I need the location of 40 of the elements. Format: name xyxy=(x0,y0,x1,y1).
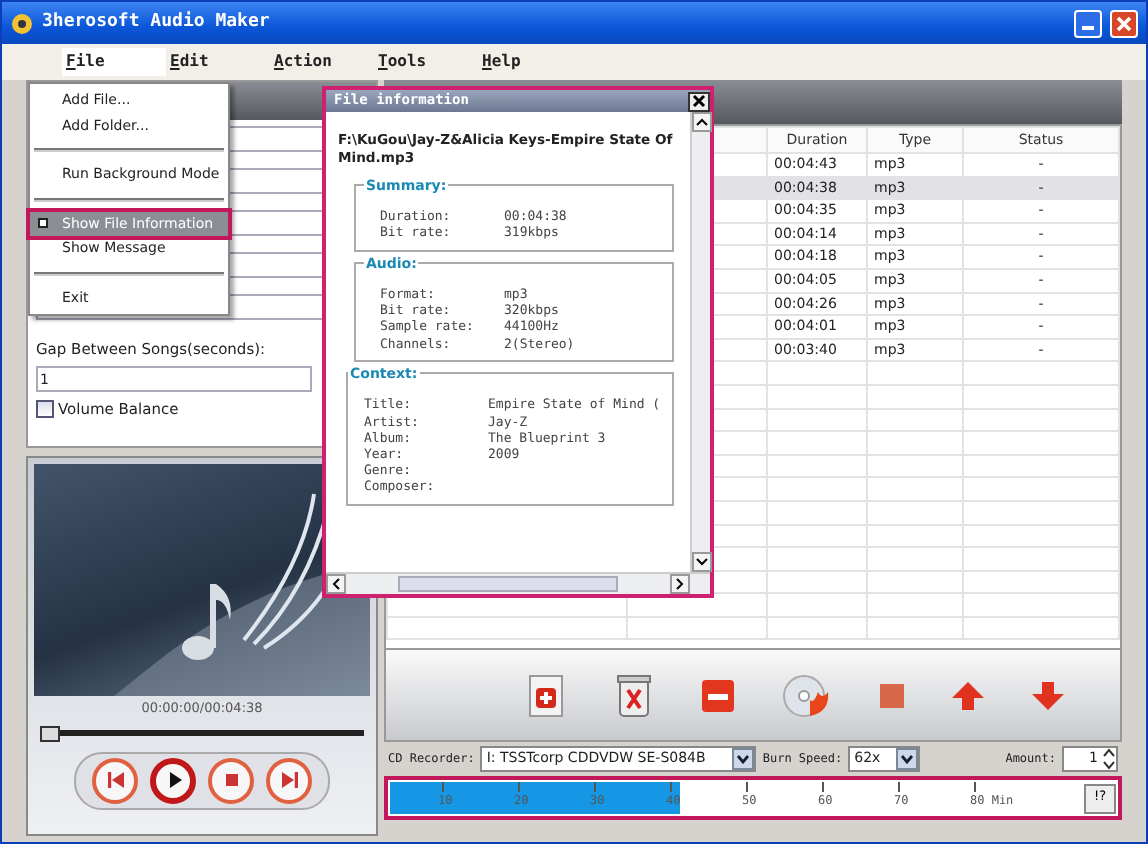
menu-item[interactable]: Action xyxy=(270,48,374,76)
close-icon xyxy=(692,94,706,108)
app-logo-icon xyxy=(10,11,34,35)
remove-button[interactable] xyxy=(697,675,737,715)
scroll-right-icon xyxy=(676,578,684,590)
spinner-arrows-icon xyxy=(1102,748,1116,770)
scroll-up-icon xyxy=(696,118,708,126)
arrow-down-icon xyxy=(1029,677,1065,713)
seek-track[interactable] xyxy=(60,730,364,737)
close-button[interactable] xyxy=(688,91,710,111)
menu-item[interactable]: Edit xyxy=(166,48,270,76)
move-up-button[interactable] xyxy=(949,677,985,713)
menu-item[interactable]: Help xyxy=(478,48,582,76)
vertical-scrollbar[interactable] xyxy=(690,112,710,572)
previous-icon xyxy=(103,768,127,793)
disc-flame-icon xyxy=(781,671,833,719)
burn-button[interactable] xyxy=(781,671,833,719)
scroll-left-icon xyxy=(332,578,340,590)
next-button[interactable] xyxy=(266,757,312,804)
arrow-up-icon xyxy=(949,677,985,713)
seek-thumb[interactable] xyxy=(40,725,60,742)
square-icon xyxy=(877,681,905,709)
stop-burn-button[interactable] xyxy=(877,681,905,709)
trash-icon xyxy=(613,671,653,719)
window-title: 3herosoft Audio Maker xyxy=(42,9,270,36)
minus-icon xyxy=(697,675,737,715)
play-button[interactable] xyxy=(150,757,196,804)
menu-item[interactable]: Tools xyxy=(374,48,478,76)
menu-item[interactable]: File xyxy=(62,48,166,76)
checkbox-icon xyxy=(38,217,48,227)
previous-button[interactable] xyxy=(92,757,138,804)
next-icon xyxy=(277,768,301,793)
horizontal-scrollbar[interactable] xyxy=(326,572,710,594)
move-down-button[interactable] xyxy=(1029,677,1065,713)
stop-button[interactable] xyxy=(208,757,254,804)
delete-all-button[interactable] xyxy=(613,671,653,719)
minimize-button[interactable] xyxy=(1074,9,1102,37)
checkbox[interactable] xyxy=(36,400,54,419)
close-icon xyxy=(1116,15,1132,31)
scroll-down-icon xyxy=(696,558,708,566)
